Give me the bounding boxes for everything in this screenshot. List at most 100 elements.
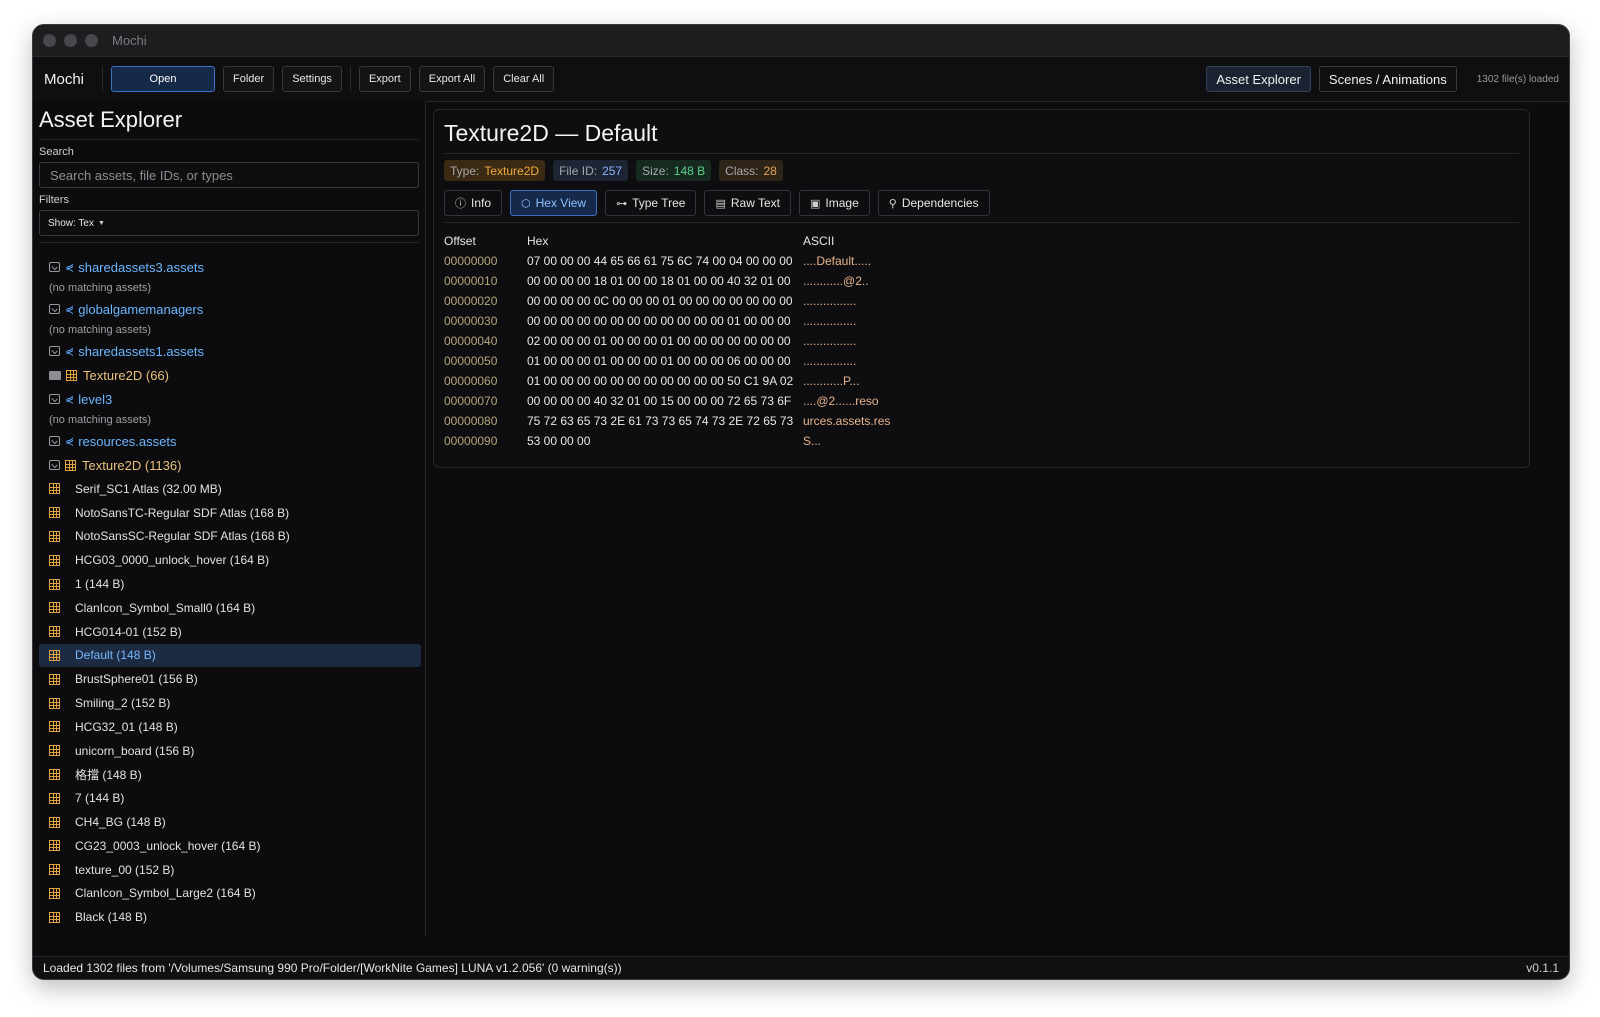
zoom-window-button[interactable]	[85, 34, 98, 47]
collapse-icon[interactable]	[49, 346, 60, 356]
hex-bytes: 00 00 00 00 0C 00 00 00 01 00 00 00 00 0…	[527, 294, 793, 308]
collapse-icon[interactable]	[49, 262, 60, 272]
asset-item[interactable]: ClanIcon_Symbol_Large2 (164 B)	[39, 882, 421, 906]
hex-bytes: 00 00 00 00 40 32 01 00 15 00 00 00 72 6…	[527, 394, 792, 408]
tab-hex-view[interactable]: ⬡ Hex View	[510, 190, 598, 216]
asset-item[interactable]: Black (148 B)	[39, 905, 421, 929]
toolbar-divider	[349, 67, 351, 91]
asset-item-label: NotoSansTC-Regular SDF Atlas (168 B)	[75, 505, 290, 520]
asset-item[interactable]: ClanIcon_Symbol_Small0 (164 B)	[39, 596, 421, 620]
hex-ascii: ............P...	[803, 374, 860, 388]
hex-offset: 00000020	[444, 294, 498, 308]
app-window: Mochi Mochi Open Folder Settings Export …	[32, 24, 1570, 980]
tree-file-node[interactable]: ⋞ globalgamemanagers	[39, 297, 421, 321]
no-matching-note: (no matching assets)	[49, 282, 152, 294]
asset-item[interactable]: NotoSansSC-Regular SDF Atlas (168 B)	[39, 525, 421, 549]
open-button[interactable]: Open	[111, 66, 215, 92]
close-window-button[interactable]	[43, 34, 56, 47]
tab-info[interactable]: ⓘ Info	[444, 190, 503, 216]
asset-item[interactable]: texture_00 (152 B)	[39, 858, 421, 882]
search-input[interactable]	[48, 166, 418, 184]
scenes-animations-tab[interactable]: Scenes / Animations	[1318, 66, 1457, 92]
collapse-icon[interactable]	[49, 460, 60, 470]
search-box[interactable]	[39, 162, 419, 188]
share-icon: ⋞	[65, 345, 75, 358]
tab-dependencies[interactable]: ⚲ Dependencies	[877, 190, 990, 216]
file-count-label: 1302 file(s) loaded	[1476, 73, 1559, 85]
hex-row: 00000000 07 00 00 00 44 65 66 61 75 6C 74…	[444, 251, 1529, 271]
asset-item[interactable]: CG23_0003_unlock_hover (164 B)	[39, 834, 421, 858]
folder-button[interactable]: Folder	[223, 66, 275, 92]
asset-item[interactable]: BrustSphere01 (156 B)	[39, 667, 421, 691]
hex-row: 00000070 00 00 00 00 40 32 01 00 15 00 00…	[444, 391, 1529, 411]
hex-row: 00000050 01 00 00 00 01 00 00 00 01 00 00…	[444, 351, 1529, 371]
asset-item-label: 7 (144 B)	[75, 791, 125, 806]
detail-tabs: ⓘ Info ⬡ Hex View ⊶ Type Tree ▤ Raw Text ▣ Image ⚲…	[444, 190, 1529, 216]
file-id-badge-value: 257	[602, 163, 623, 178]
hex-ascii: ....Default.....	[803, 254, 872, 268]
tree-type-group[interactable]: Texture2D (66)	[39, 363, 421, 387]
asset-item-label: BrustSphere01 (156 B)	[75, 672, 198, 687]
tab-type-tree[interactable]: ⊶ Type Tree	[605, 190, 697, 216]
settings-button[interactable]: Settings	[282, 66, 342, 92]
tree-file-node[interactable]: ⋞ resources.assets	[39, 429, 421, 453]
hex-header: Hex	[527, 234, 549, 248]
asset-item[interactable]: NotoSansTC-Regular SDF Atlas (168 B)	[39, 501, 421, 525]
asset-item-label: 格擋 (148 B)	[75, 767, 142, 782]
texture-icon	[49, 792, 60, 804]
asset-item[interactable]: unicorn_board (156 B)	[39, 739, 421, 763]
asset-item-label: HCG03_0000_unlock_hover (164 B)	[75, 553, 270, 568]
asset-item[interactable]: HCG03_0000_unlock_hover (164 B)	[39, 548, 421, 572]
filter-select[interactable]: Show: Tex ▼	[39, 210, 419, 236]
asset-item-selected[interactable]: Default (148 B)	[39, 643, 421, 668]
asset-item-label: CG23_0003_unlock_hover (164 B)	[75, 838, 261, 853]
info-icon: ⓘ	[455, 198, 466, 210]
filters-label: Filters	[39, 194, 69, 206]
filter-value: Show: Tex	[48, 217, 94, 229]
tab-label: Hex View	[535, 196, 587, 210]
tree-file-node[interactable]: ⋞ level3	[39, 387, 421, 411]
asset-item[interactable]: 1 (144 B)	[39, 572, 421, 596]
texture-icon	[49, 864, 60, 876]
asset-explorer-tab[interactable]: Asset Explorer	[1206, 66, 1311, 92]
asset-item-label: Serif_SC1 Atlas (32.00 MB)	[75, 481, 222, 496]
asset-item[interactable]: 7 (144 B)	[39, 786, 421, 810]
hex-bytes: 01 00 00 00 01 00 00 00 01 00 00 00 06 0…	[527, 354, 791, 368]
class-badge-key: Class:	[725, 163, 759, 178]
tree-icon: ⊶	[616, 197, 628, 210]
collapse-icon[interactable]	[49, 304, 60, 314]
collapse-icon[interactable]	[49, 394, 60, 404]
asset-item[interactable]: HCG32_01 (148 B)	[39, 715, 421, 739]
dependencies-icon: ⚲	[888, 197, 897, 210]
hex-row: 00000080 75 72 63 65 73 2E 61 73 73 65 74…	[444, 411, 1529, 431]
asset-item[interactable]: CH4_BG (148 B)	[39, 810, 421, 834]
texture-icon	[66, 369, 77, 381]
export-button[interactable]: Export	[358, 66, 411, 92]
tree-file-label: resources.assets	[78, 433, 177, 449]
tree-type-group[interactable]: Texture2D (1136)	[39, 453, 421, 477]
share-icon: ⋞	[65, 393, 75, 406]
tree-file-label: sharedassets1.assets	[78, 343, 204, 359]
export-all-button[interactable]: Export All	[418, 66, 486, 92]
tab-image[interactable]: ▣ Image	[799, 190, 870, 216]
hex-bytes: 07 00 00 00 44 65 66 61 75 6C 74 00 04 0…	[527, 254, 793, 268]
asset-item[interactable]: Smiling_2 (152 B)	[39, 691, 421, 715]
clear-all-button[interactable]: Clear All	[493, 66, 555, 92]
view-switcher: Asset Explorer Scenes / Animations 1302 …	[1206, 57, 1559, 101]
asset-item[interactable]: 格擋 (148 B)	[39, 763, 421, 787]
size-badge: Size: 148 B	[636, 160, 712, 181]
class-badge: Class: 28	[719, 160, 783, 181]
tree-file-node[interactable]: ⋞ sharedassets3.assets	[39, 255, 421, 279]
minimize-window-button[interactable]	[64, 34, 77, 47]
texture-icon	[49, 530, 60, 542]
collapse-icon[interactable]	[49, 436, 60, 446]
sidebar-divider	[39, 242, 419, 243]
tab-label: Type Tree	[632, 196, 686, 210]
asset-item[interactable]: HCG014-01 (152 B)	[39, 620, 421, 644]
asset-item[interactable]: Serif_SC1 Atlas (32.00 MB)	[39, 477, 421, 501]
hex-bytes: 01 00 00 00 00 00 00 00 00 00 00 00 50 C…	[527, 374, 794, 388]
asset-item-label: HCG014-01 (152 B)	[75, 624, 182, 639]
tree-file-node[interactable]: ⋞ sharedassets1.assets	[39, 339, 421, 363]
tab-raw-text[interactable]: ▤ Raw Text	[704, 190, 792, 216]
asset-item-label: unicorn_board (156 B)	[75, 743, 195, 758]
